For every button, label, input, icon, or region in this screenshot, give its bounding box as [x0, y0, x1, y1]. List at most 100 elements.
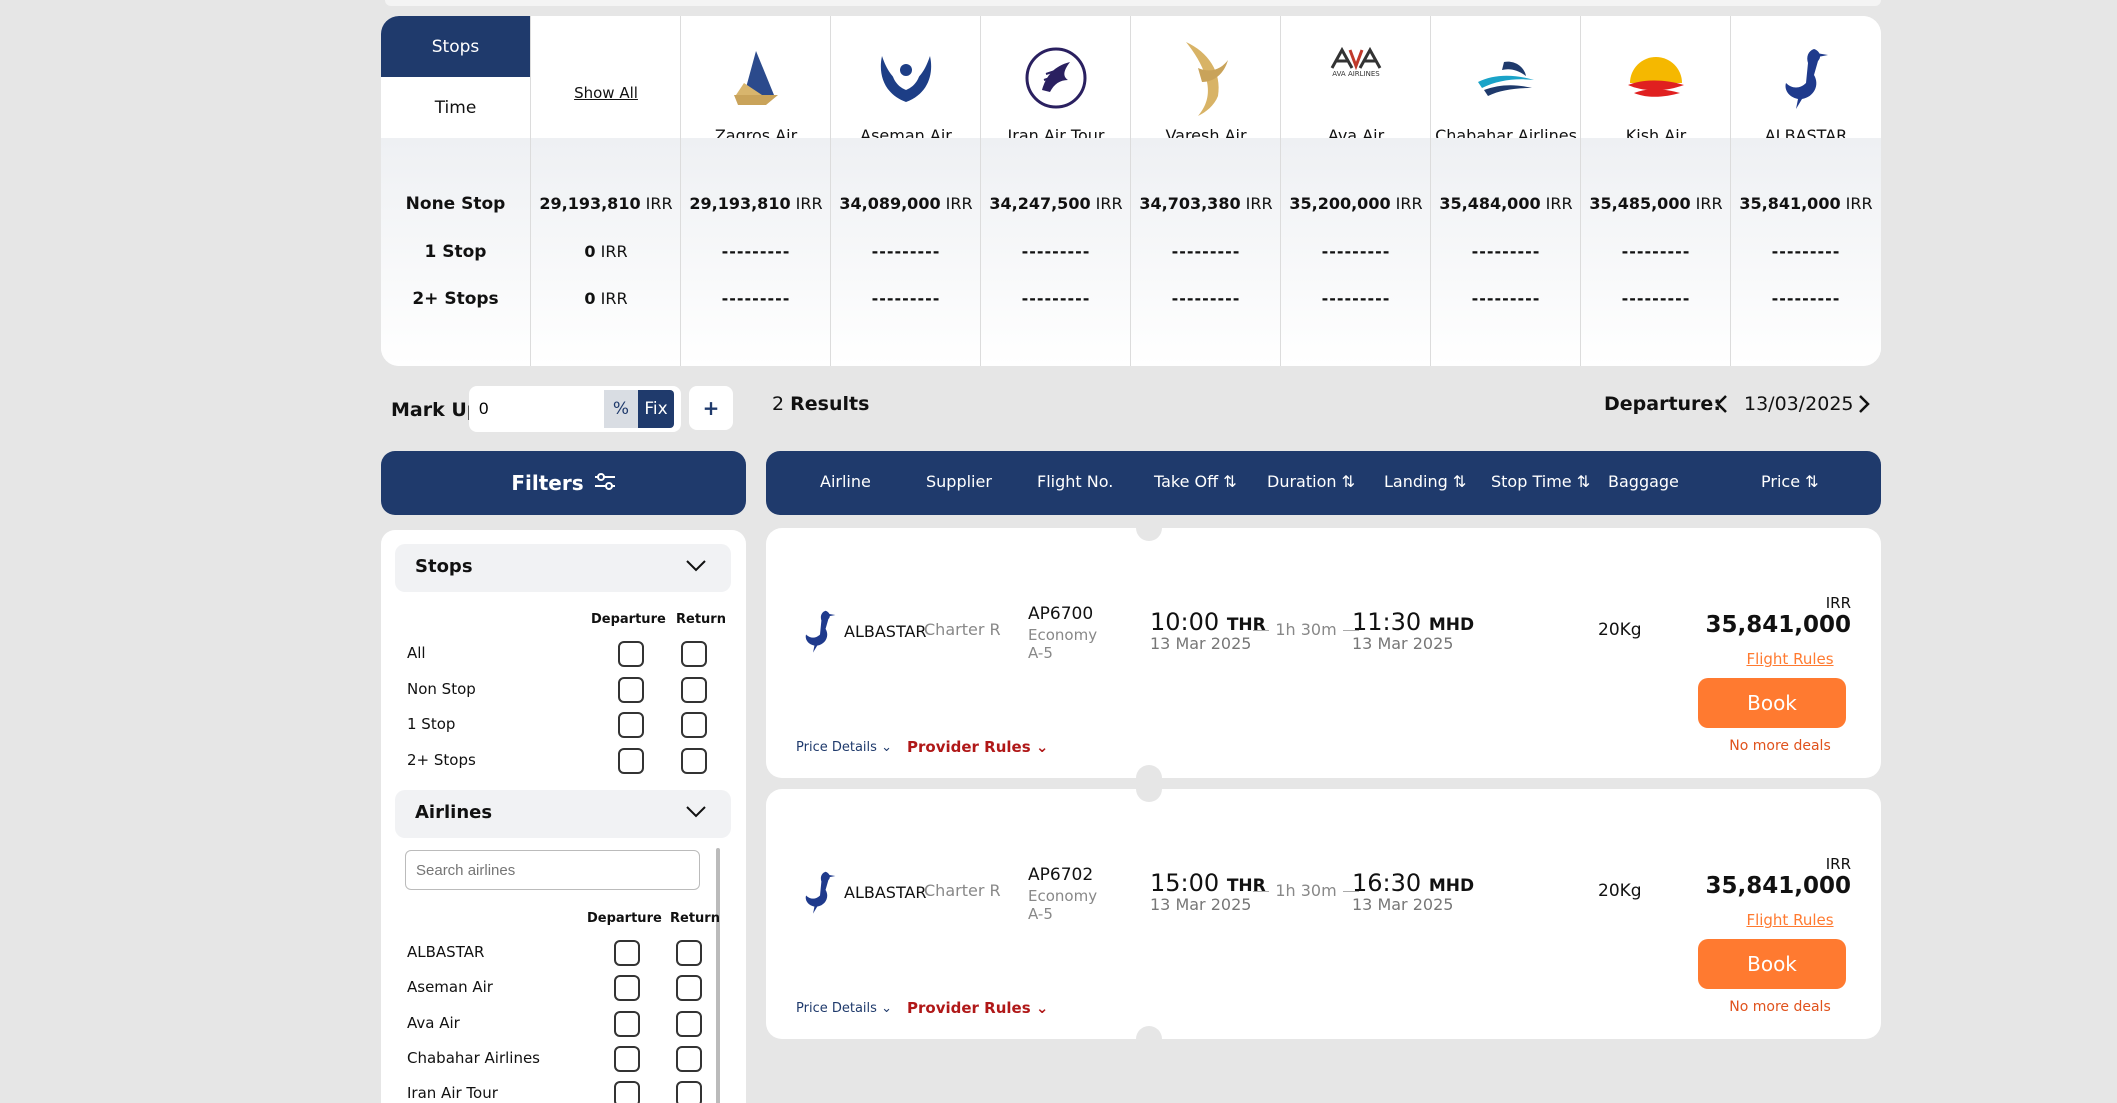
matrix-column-chabahar-airlines[interactable]: Chabahar Airlines 35,484,000 IRR -------…	[1430, 16, 1580, 366]
price-details-toggle[interactable]: Price Details ⌄	[796, 1001, 892, 1016]
show-all-link[interactable]: Show All	[531, 84, 681, 102]
markup-input[interactable]	[479, 397, 589, 421]
matrix-column-zagros-air[interactable]: Zagros Air 29,193,810 IRR --------- ----…	[680, 16, 830, 366]
airline-departure-checkbox[interactable]	[614, 1011, 640, 1037]
matrix-column-albastar[interactable]: ALBASTAR 35,841,000 IRR --------- ------…	[1730, 16, 1881, 366]
stop-return-checkbox[interactable]	[681, 748, 707, 774]
chevron-right-icon[interactable]	[1856, 392, 1872, 422]
empty-cell: ---------	[871, 242, 941, 261]
stop-option-label: All	[407, 644, 426, 662]
price-cell[interactable]: 35,841,000 IRR	[1731, 194, 1881, 213]
row-label-none-stop: None Stop	[405, 194, 506, 214]
matrix-column-ava-air[interactable]: AVA AIRLINES Ava Air 35,200,000 IRR ----…	[1280, 16, 1430, 366]
empty-cell: ---------	[1471, 289, 1541, 308]
takeoff-time: 10:00 THR	[1150, 608, 1266, 636]
provider-rules-toggle[interactable]: Provider Rules ⌄	[907, 999, 1048, 1017]
tab-time[interactable]: Time	[381, 77, 530, 138]
chevron-left-icon[interactable]	[1714, 392, 1730, 422]
sort-icon[interactable]: ⇅	[1805, 472, 1818, 491]
price-cell[interactable]: 29,193,810 IRR	[681, 194, 831, 213]
col-duration[interactable]: Duration ⇅	[1267, 472, 1355, 491]
baggage: 20Kg	[1598, 620, 1642, 640]
zagros-air-logo-icon	[721, 38, 791, 118]
stops-accordion[interactable]: Stops	[395, 544, 731, 592]
airline-return-checkbox[interactable]	[676, 1081, 702, 1103]
sort-icon[interactable]: ⇅	[1453, 472, 1466, 491]
book-button[interactable]: Book	[1698, 939, 1846, 989]
stop-departure-checkbox[interactable]	[618, 677, 644, 703]
airline-option-label: Chabahar Airlines	[407, 1049, 541, 1067]
markup-fix-toggle[interactable]: Fix	[638, 390, 674, 428]
matrix-column-varesh-air[interactable]: Varesh Air 34,703,380 IRR --------- ----…	[1130, 16, 1280, 366]
ticket-notch	[1136, 515, 1162, 541]
markup-percent-toggle[interactable]: %	[604, 390, 638, 428]
col-flight-no: Flight No.	[1037, 472, 1114, 491]
sort-icon[interactable]: ⇅	[1223, 472, 1236, 491]
price-cell[interactable]: 34,703,380 IRR	[1131, 194, 1281, 213]
col-stop-time[interactable]: Stop Time ⇅	[1491, 472, 1590, 491]
price-cell[interactable]: 29,193,810 IRR	[531, 194, 681, 213]
stop-departure-checkbox[interactable]	[618, 712, 644, 738]
airlines-accordion[interactable]: Airlines	[395, 790, 731, 838]
stop-option-label: Non Stop	[407, 680, 476, 698]
stop-return-checkbox[interactable]	[681, 677, 707, 703]
sort-icon[interactable]: ⇅	[1342, 472, 1355, 491]
departure-label: Departure:	[1604, 393, 1721, 415]
empty-cell: ---------	[1021, 242, 1091, 261]
airline-search-input[interactable]	[405, 850, 700, 890]
flight-number: AP6700	[1028, 604, 1094, 624]
results-column-header: Airline Supplier Flight No. Take Off ⇅ D…	[766, 451, 1881, 515]
markup-label: Mark Up	[391, 399, 481, 421]
kish-air-logo-icon	[1621, 38, 1691, 118]
matrix-column-iran-air-tour[interactable]: Iran Air Tour 34,247,500 IRR --------- -…	[980, 16, 1130, 366]
flight-card: ALBASTAR Charter R AP6700 Economy A-5 10:…	[766, 515, 1881, 791]
stop-return-checkbox[interactable]	[681, 641, 707, 667]
airline-departure-checkbox[interactable]	[614, 1081, 640, 1103]
col-airline: Airline	[820, 472, 871, 491]
chevron-down-icon	[685, 554, 707, 579]
col-take-off[interactable]: Take Off ⇅	[1154, 472, 1237, 491]
price-cell[interactable]: 0 IRR	[531, 242, 681, 261]
price-cell[interactable]: 35,200,000 IRR	[1281, 194, 1431, 213]
price-details-toggle[interactable]: Price Details ⌄	[796, 740, 892, 755]
tab-stops[interactable]: Stops	[381, 16, 530, 77]
airline-departure-checkbox[interactable]	[614, 940, 640, 966]
airline-departure-checkbox[interactable]	[614, 1046, 640, 1072]
albastar-logo-icon	[1771, 38, 1841, 118]
provider-rules-toggle[interactable]: Provider Rules ⌄	[907, 738, 1048, 756]
stop-return-checkbox[interactable]	[681, 712, 707, 738]
chevron-down-icon: ⌄	[881, 1001, 892, 1016]
sort-icon[interactable]: ⇅	[1577, 472, 1590, 491]
book-button[interactable]: Book	[1698, 678, 1846, 728]
price-cell[interactable]: 0 IRR	[531, 289, 681, 308]
col-price[interactable]: Price ⇅	[1761, 472, 1819, 491]
markup-add-button[interactable]: +	[689, 386, 733, 430]
price-cell[interactable]: 35,485,000 IRR	[1581, 194, 1731, 213]
airline-return-checkbox[interactable]	[676, 1011, 702, 1037]
flight-rules-link[interactable]: Flight Rules	[1730, 911, 1850, 929]
albastar-logo-icon	[800, 869, 840, 915]
empty-cell: ---------	[1471, 242, 1541, 261]
airline-list-scrollbar[interactable]	[716, 848, 720, 1103]
albastar-logo-icon	[800, 608, 840, 654]
airline-return-checkbox[interactable]	[676, 940, 702, 966]
matrix-column-all: Show All 29,193,810 IRR 0 IRR 0 IRR	[530, 16, 680, 366]
col-landing[interactable]: Landing ⇅	[1384, 472, 1466, 491]
price-cell[interactable]: 35,484,000 IRR	[1431, 194, 1581, 213]
results-count: 2 Results	[772, 393, 870, 415]
stop-departure-checkbox[interactable]	[618, 641, 644, 667]
empty-cell: ---------	[1771, 289, 1841, 308]
flight-rules-link[interactable]: Flight Rules	[1730, 650, 1850, 668]
price-cell[interactable]: 34,247,500 IRR	[981, 194, 1131, 213]
matrix-column-aseman-air[interactable]: Aseman Air 34,089,000 IRR --------- ----…	[830, 16, 980, 366]
no-more-deals: No more deals	[1729, 738, 1831, 754]
stop-departure-checkbox[interactable]	[618, 748, 644, 774]
airline-return-checkbox[interactable]	[676, 975, 702, 1001]
chevron-down-icon	[685, 800, 707, 825]
airline-return-checkbox[interactable]	[676, 1046, 702, 1072]
airline-departure-checkbox[interactable]	[614, 975, 640, 1001]
landing-date: 13 Mar 2025	[1352, 895, 1454, 914]
matrix-column-kish-air[interactable]: Kish Air 35,485,000 IRR --------- ------…	[1580, 16, 1730, 366]
price-cell[interactable]: 34,089,000 IRR	[831, 194, 981, 213]
filters-header[interactable]: Filters	[381, 451, 746, 515]
